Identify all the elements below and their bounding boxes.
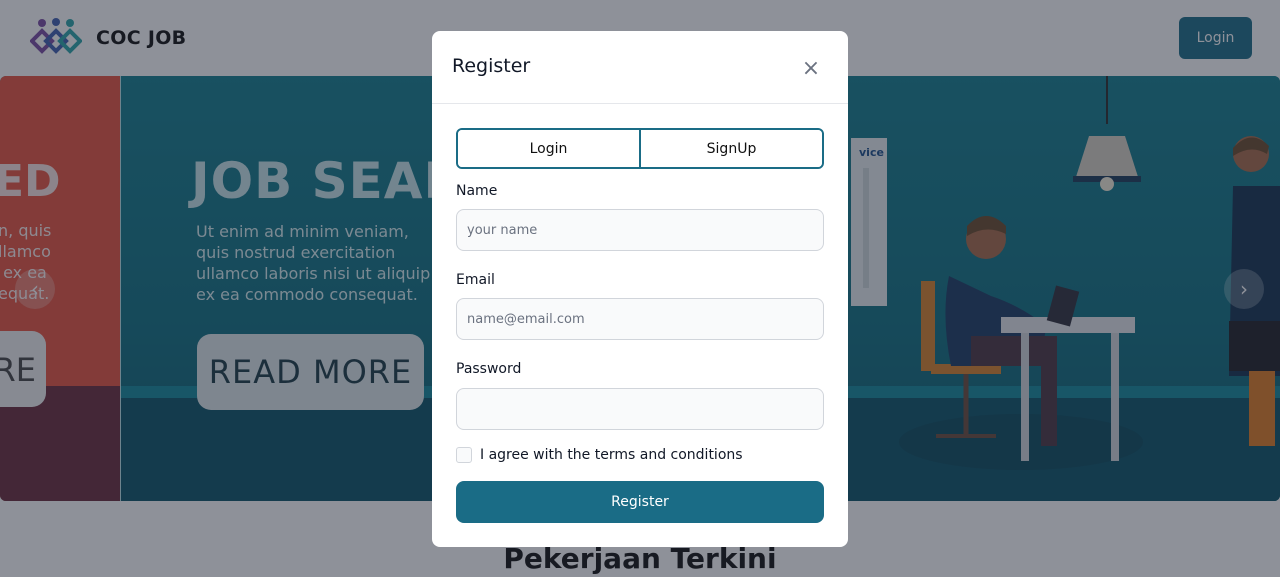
terms-label[interactable]: I agree with the terms and conditions — [480, 447, 743, 463]
close-icon[interactable]: × — [798, 56, 824, 82]
password-label: Password — [456, 361, 522, 377]
auth-tabs: Login SignUp — [456, 128, 824, 169]
terms-row: I agree with the terms and conditions — [456, 447, 743, 463]
modal-header: Register × — [432, 31, 848, 104]
tab-signup[interactable]: SignUp — [639, 130, 822, 167]
modal-title: Register — [452, 55, 531, 77]
terms-checkbox[interactable] — [456, 447, 472, 463]
register-modal: Register × Login SignUp Name Email Passw… — [432, 31, 848, 547]
password-field[interactable] — [456, 388, 824, 430]
name-label: Name — [456, 183, 498, 199]
email-field[interactable] — [456, 298, 824, 340]
email-label: Email — [456, 272, 495, 288]
tab-login[interactable]: Login — [458, 130, 639, 167]
register-button[interactable]: Register — [456, 481, 824, 523]
name-field[interactable] — [456, 209, 824, 251]
